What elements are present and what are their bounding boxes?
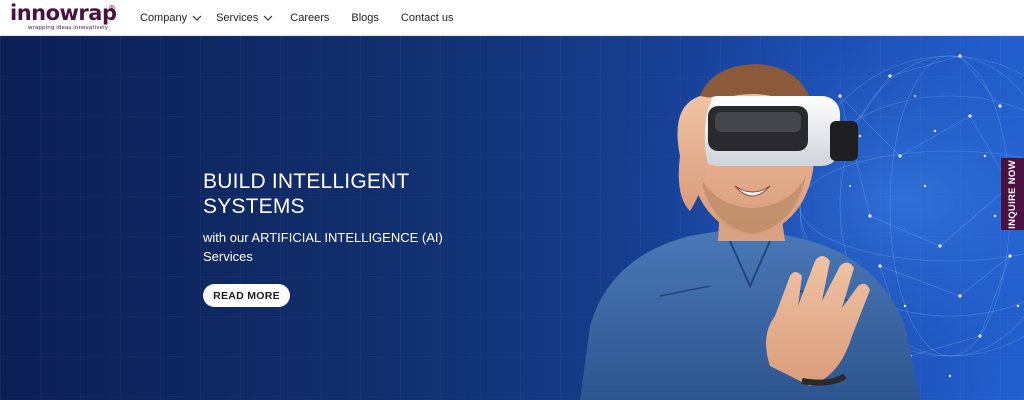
- innowrap-logo[interactable]: innowrap ® wrapping ideas innovatively: [10, 1, 118, 32]
- chevron-down-icon: [263, 15, 273, 21]
- inquire-now-label: INQUIRE NOW: [1007, 159, 1018, 229]
- chevron-down-icon: [192, 15, 202, 21]
- site-header: innowrap ® wrapping ideas innovatively C…: [0, 0, 1024, 36]
- vr-headset-man-image: [540, 36, 1024, 400]
- inquire-now-tab[interactable]: INQUIRE NOW: [1001, 158, 1024, 230]
- read-more-button[interactable]: READ MORE: [203, 284, 290, 307]
- logo-wordmark: innowrap: [10, 1, 117, 25]
- hero-title: BUILD INTELLIGENT SYSTEMS: [203, 170, 410, 218]
- hero-banner: BUILD INTELLIGENT SYSTEMS with our ARTIF…: [0, 36, 1024, 400]
- hero-subtitle: with our ARTIFICIAL INTELLIGENCE (AI) Se…: [203, 230, 443, 264]
- nav-item-company[interactable]: Company: [140, 12, 202, 24]
- main-nav: Company Services Careers Blogs Contact u…: [140, 0, 476, 36]
- registered-mark: ®: [108, 4, 116, 13]
- logo-tagline: wrapping ideas innovatively: [28, 25, 109, 31]
- nav-item-label: Careers: [290, 12, 330, 24]
- nav-item-contact-us[interactable]: Contact us: [401, 12, 454, 24]
- nav-item-label: Services: [216, 12, 259, 24]
- nav-item-label: Contact us: [400, 12, 454, 24]
- nav-item-label: Blogs: [351, 12, 379, 24]
- nav-item-careers[interactable]: Careers: [290, 12, 329, 24]
- nav-item-services[interactable]: Services: [216, 12, 273, 24]
- nav-item-label: Company: [140, 12, 188, 24]
- nav-item-blogs[interactable]: Blogs: [351, 12, 379, 24]
